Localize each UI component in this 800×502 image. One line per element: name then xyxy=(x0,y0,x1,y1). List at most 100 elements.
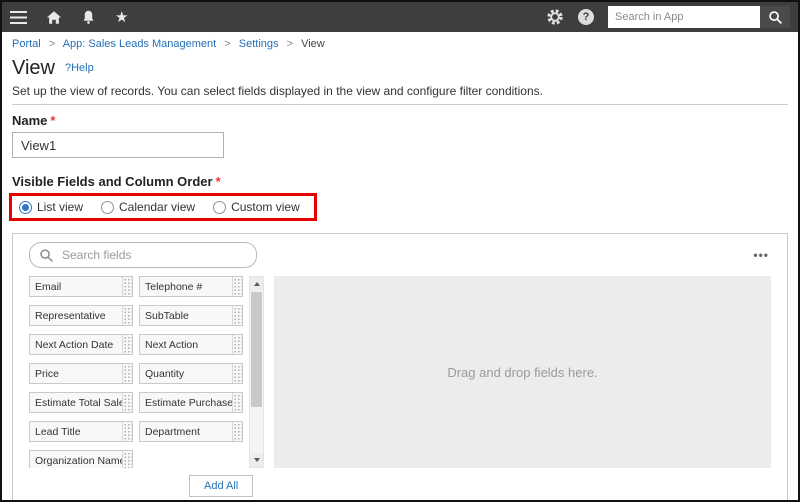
field-column-right: Telephone # SubTable Next Action Quantit… xyxy=(139,276,243,468)
scroll-down-arrow-icon[interactable] xyxy=(250,453,263,467)
search-magnifier-icon xyxy=(40,248,53,262)
radio-circle-icon xyxy=(213,200,227,214)
help-link[interactable]: ?Help xyxy=(65,62,94,74)
panel-options-ellipsis-icon[interactable]: ••• xyxy=(751,248,771,262)
topbar: ★ ? xyxy=(2,2,798,32)
breadcrumb-settings[interactable]: Settings xyxy=(239,38,279,50)
add-all-button[interactable]: Add All xyxy=(189,475,254,497)
field-item-label: Quantity xyxy=(145,368,185,380)
field-item[interactable]: Estimate Total Sales xyxy=(29,392,133,413)
breadcrumb-current: View xyxy=(301,38,325,50)
radio-circle-icon xyxy=(19,200,32,214)
topbar-right-icons: ? xyxy=(546,6,790,28)
favorites-star-icon[interactable]: ★ xyxy=(115,10,128,25)
drag-handle-icon[interactable] xyxy=(232,393,242,412)
page-description: Set up the view of records. You can sele… xyxy=(12,84,543,98)
field-item[interactable]: Lead Title xyxy=(29,421,133,442)
radio-label: List view xyxy=(37,200,84,214)
view-name-input[interactable] xyxy=(12,132,224,158)
field-item[interactable]: Department xyxy=(139,421,243,442)
field-item-label: Estimate Total Sales xyxy=(35,397,122,409)
app-search-button[interactable] xyxy=(760,6,790,28)
field-item-label: Telephone # xyxy=(145,281,203,293)
scrollbar-thumb[interactable] xyxy=(251,292,262,407)
drop-target-area[interactable]: Drag and drop fields here. xyxy=(274,276,771,468)
field-search-input[interactable] xyxy=(60,247,247,263)
field-item-label: Next Action Date xyxy=(35,339,114,351)
field-list-scrollbar[interactable] xyxy=(249,276,264,468)
field-item-label: Lead Title xyxy=(35,426,81,438)
home-icon[interactable] xyxy=(46,10,62,25)
field-column-left: Email Representative Next Action Date Pr… xyxy=(29,276,133,468)
field-item[interactable]: Quantity xyxy=(139,363,243,384)
field-item-label: Next Action xyxy=(145,339,199,351)
field-item[interactable]: Organization Name xyxy=(29,450,133,468)
notifications-bell-icon[interactable] xyxy=(81,9,96,25)
field-item-label: Organization Name xyxy=(35,455,122,467)
radio-label: Calendar view xyxy=(119,200,196,214)
drop-hint-text: Drag and drop fields here. xyxy=(447,364,598,380)
topbar-left-icons: ★ xyxy=(10,9,128,25)
page-content: View ?Help Set up the view of records. Y… xyxy=(2,55,798,500)
app-search-input[interactable] xyxy=(608,6,760,28)
field-selection-panel: ••• Email Representative Next Action Dat… xyxy=(12,233,788,500)
radio-list-view[interactable]: List view xyxy=(19,200,83,214)
divider xyxy=(12,104,788,105)
view-type-radio-group: List view Calendar view Custom view xyxy=(9,193,317,221)
drag-handle-icon[interactable] xyxy=(232,364,242,383)
scroll-up-arrow-icon[interactable] xyxy=(250,277,263,291)
field-item-label: Price xyxy=(35,368,59,380)
name-label: Name * xyxy=(12,113,788,128)
search-magnifier-icon xyxy=(768,10,782,24)
field-search-box xyxy=(29,242,257,268)
radio-label: Custom view xyxy=(231,200,300,214)
radio-calendar-view[interactable]: Calendar view xyxy=(101,200,195,214)
field-item-label: Department xyxy=(145,426,200,438)
visible-fields-label: Visible Fields and Column Order * xyxy=(12,174,788,189)
field-item[interactable]: Next Action Date xyxy=(29,334,133,355)
page-title: View xyxy=(12,56,55,79)
radio-custom-view[interactable]: Custom view xyxy=(213,200,300,214)
drag-handle-icon[interactable] xyxy=(232,422,242,441)
field-item[interactable]: SubTable xyxy=(139,305,243,326)
field-item-label: Representative xyxy=(35,310,106,322)
drag-handle-icon[interactable] xyxy=(122,422,132,441)
breadcrumb-app[interactable]: App: Sales Leads Management xyxy=(63,38,217,50)
drag-handle-icon[interactable] xyxy=(122,393,132,412)
field-list: Email Representative Next Action Date Pr… xyxy=(29,276,264,468)
field-item-label: Estimate Purchase D... xyxy=(145,397,232,409)
drag-handle-icon[interactable] xyxy=(122,277,132,296)
field-item-label: Email xyxy=(35,281,62,293)
required-asterisk: * xyxy=(215,174,221,189)
field-item-label: SubTable xyxy=(145,310,189,322)
field-item[interactable]: Email xyxy=(29,276,133,297)
hamburger-bars xyxy=(10,10,27,24)
drag-handle-icon[interactable] xyxy=(122,335,132,354)
visible-fields-label-text: Visible Fields and Column Order xyxy=(12,174,213,189)
help-icon[interactable]: ? xyxy=(578,9,594,25)
breadcrumb-separator: > xyxy=(48,38,56,50)
help-question-glyph: ? xyxy=(578,9,594,25)
name-label-text: Name xyxy=(12,113,48,128)
breadcrumb-separator: > xyxy=(224,38,231,50)
drag-handle-icon[interactable] xyxy=(232,335,242,354)
drag-handle-icon[interactable] xyxy=(232,277,242,296)
drag-handle-icon[interactable] xyxy=(232,306,242,325)
breadcrumb: Portal > App: Sales Leads Management > S… xyxy=(2,32,798,53)
required-asterisk: * xyxy=(50,113,56,128)
radio-circle-icon xyxy=(101,200,115,214)
field-item[interactable]: Next Action xyxy=(139,334,243,355)
app-search-box xyxy=(608,6,790,28)
field-item[interactable]: Telephone # xyxy=(139,276,243,297)
drag-handle-icon[interactable] xyxy=(122,451,132,468)
hamburger-menu-icon[interactable] xyxy=(10,10,27,24)
breadcrumb-separator: > xyxy=(286,38,294,50)
field-item[interactable]: Representative xyxy=(29,305,133,326)
breadcrumb-portal[interactable]: Portal xyxy=(12,38,41,50)
drag-handle-icon[interactable] xyxy=(122,306,132,325)
field-item[interactable]: Price xyxy=(29,363,133,384)
settings-gear-icon[interactable] xyxy=(546,8,564,26)
field-item[interactable]: Estimate Purchase D... xyxy=(139,392,243,413)
drag-handle-icon[interactable] xyxy=(122,364,132,383)
app-window: ★ ? Portal > App: Sales Leads Management… xyxy=(0,0,800,502)
